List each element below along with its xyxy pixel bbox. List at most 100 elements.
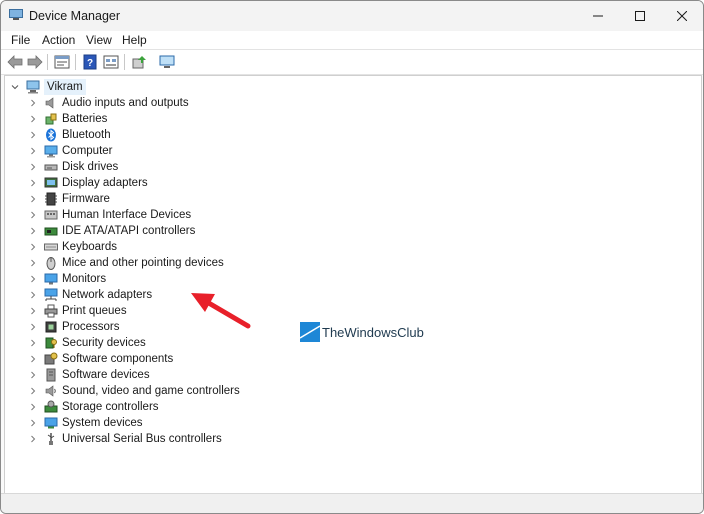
tree-item[interactable]: Mice and other pointing devices [29, 255, 224, 271]
chevron-right-icon[interactable] [29, 323, 37, 331]
close-button[interactable] [659, 1, 703, 31]
chevron-right-icon[interactable] [29, 243, 37, 251]
chevron-right-icon[interactable] [29, 435, 37, 443]
chevron-right-icon[interactable] [29, 355, 37, 363]
root-label: Vikram [44, 79, 86, 95]
chevron-right-icon[interactable] [29, 307, 37, 315]
menu-file[interactable]: File [11, 33, 30, 47]
usb-icon [44, 432, 58, 446]
tree-item[interactable]: Bluetooth [29, 127, 111, 143]
chevron-right-icon[interactable] [29, 259, 37, 267]
chevron-right-icon[interactable] [29, 403, 37, 411]
tree-item[interactable]: Display adapters [29, 175, 148, 191]
chevron-right-icon[interactable] [29, 275, 37, 283]
tree-item[interactable]: Security devices [29, 335, 146, 351]
tree-item[interactable]: Storage controllers [29, 399, 159, 415]
view-button[interactable] [102, 53, 120, 71]
tree-item[interactable]: IDE ATA/ATAPI controllers [29, 223, 195, 239]
item-label: Disk drives [62, 161, 119, 173]
item-label: Software devices [62, 369, 150, 381]
properties-button[interactable] [53, 53, 71, 71]
chevron-down-icon[interactable] [11, 83, 19, 91]
toolbar-separator [75, 54, 76, 70]
item-label: Print queues [62, 305, 127, 317]
tree-item[interactable]: Disk drives [29, 159, 118, 175]
chevron-right-icon[interactable] [29, 291, 37, 299]
processor-icon [44, 320, 58, 334]
chevron-right-icon[interactable] [29, 195, 37, 203]
chevron-right-icon[interactable] [29, 227, 37, 235]
watermark: TheWindowsClub [300, 322, 424, 342]
item-label: Security devices [62, 337, 146, 349]
tree-item[interactable]: Human Interface Devices [29, 207, 191, 223]
menu-bar: File Action View Help [1, 31, 703, 49]
tree-root[interactable]: Vikram [11, 79, 86, 95]
chevron-right-icon[interactable] [29, 131, 37, 139]
scan-hardware-button[interactable] [158, 53, 176, 71]
chevron-right-icon[interactable] [29, 387, 37, 395]
toolbar-separator [47, 54, 48, 70]
tree-item[interactable]: Computer [29, 143, 113, 159]
mouse-icon [44, 256, 58, 270]
keyboard-icon [44, 240, 58, 254]
back-button[interactable] [6, 53, 24, 71]
item-label: Audio inputs and outputs [62, 97, 189, 109]
chevron-right-icon[interactable] [29, 371, 37, 379]
tree-item[interactable]: System devices [29, 415, 143, 431]
chevron-right-icon[interactable] [29, 211, 37, 219]
chevron-right-icon[interactable] [29, 99, 37, 107]
tree-item[interactable]: Keyboards [29, 239, 117, 255]
update-driver-button[interactable] [130, 53, 148, 71]
tree-item[interactable]: Software devices [29, 367, 150, 383]
tree-item[interactable]: Processors [29, 319, 120, 335]
item-label: System devices [62, 417, 143, 429]
forward-arrow-icon [27, 55, 43, 69]
disk-drive-icon [44, 160, 58, 174]
tree-item[interactable]: Audio inputs and outputs [29, 95, 189, 111]
item-label: Network adapters [62, 289, 153, 301]
tree-item[interactable]: Software components [29, 351, 173, 367]
tree-item[interactable]: Print queues [29, 303, 127, 319]
scan-hardware-icon [159, 55, 175, 68]
network-adapter-icon [44, 288, 58, 302]
tree-item[interactable]: Monitors [29, 271, 106, 287]
item-label: Sound, video and game controllers [62, 385, 240, 397]
ide-controller-icon [44, 224, 58, 238]
forward-button[interactable] [26, 53, 44, 71]
menu-action[interactable]: Action [42, 33, 75, 47]
maximize-button[interactable] [617, 1, 663, 31]
chevron-right-icon[interactable] [29, 179, 37, 187]
firmware-icon [44, 192, 58, 206]
menu-help[interactable]: Help [122, 33, 147, 47]
battery-icon [44, 112, 58, 126]
tree-item[interactable]: Sound, video and game controllers [29, 383, 240, 399]
item-label: Processors [62, 321, 120, 333]
item-label: Computer [62, 145, 113, 157]
svg-text:?: ? [87, 58, 93, 69]
tree-item[interactable]: Firmware [29, 191, 110, 207]
device-tree: Vikram Audio inputs and outputs Batterie… [4, 75, 702, 495]
bluetooth-icon [44, 128, 58, 142]
properties-icon [54, 55, 70, 69]
window-title: Device Manager [29, 9, 121, 23]
device-manager-window: Device Manager File Action View Help ? V… [0, 0, 704, 514]
title-bar: Device Manager [1, 1, 703, 31]
chevron-right-icon[interactable] [29, 115, 37, 123]
display-adapter-icon [44, 176, 58, 190]
monitor-icon [44, 272, 58, 286]
chevron-right-icon[interactable] [29, 163, 37, 171]
menu-view[interactable]: View [86, 33, 112, 47]
device-manager-icon [9, 9, 23, 21]
help-button[interactable]: ? [81, 53, 99, 71]
item-label: Keyboards [62, 241, 117, 253]
view-icon [103, 55, 119, 69]
chevron-right-icon[interactable] [29, 339, 37, 347]
chevron-right-icon[interactable] [29, 147, 37, 155]
tree-item[interactable]: Network adapters [29, 287, 152, 303]
status-bar [1, 493, 703, 513]
tree-item[interactable]: Universal Serial Bus controllers [29, 431, 222, 447]
item-label: Firmware [62, 193, 110, 205]
tree-item[interactable]: Batteries [29, 111, 107, 127]
minimize-button[interactable] [575, 1, 621, 31]
chevron-right-icon[interactable] [29, 419, 37, 427]
